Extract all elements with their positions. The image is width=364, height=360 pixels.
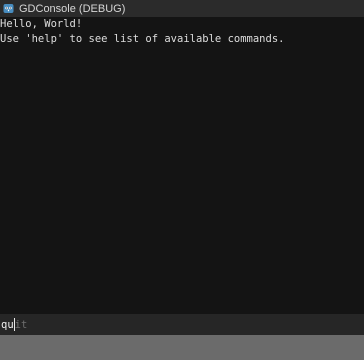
typed-text: qu: [1, 318, 14, 331]
console-output: Hello, World! Use 'help' to see list of …: [0, 17, 364, 314]
autocomplete-suggestion: it: [14, 318, 28, 331]
command-input[interactable]: qu it: [0, 314, 364, 335]
command-input-field[interactable]: qu it: [0, 318, 27, 331]
bottom-panel: [0, 335, 364, 360]
console-window: GDConsole (DEBUG) Hello, World! Use 'hel…: [0, 0, 364, 360]
window-title: GDConsole (DEBUG): [19, 2, 126, 15]
output-line: Use 'help' to see list of available comm…: [0, 33, 285, 45]
title-bar[interactable]: GDConsole (DEBUG): [0, 0, 364, 17]
godot-icon: [3, 3, 14, 14]
output-line: Hello, World!: [0, 18, 83, 30]
